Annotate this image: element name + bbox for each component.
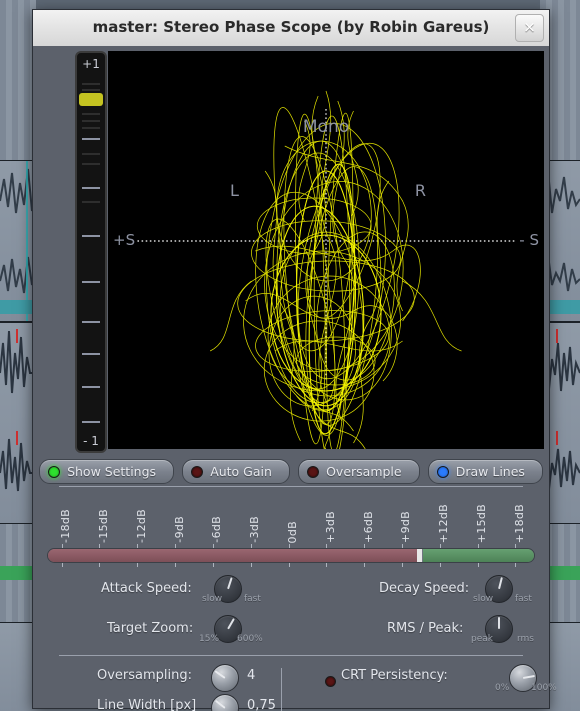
scope-left-label: L xyxy=(230,181,239,200)
scope-row: +1 - 1 Mono L R +S - S xyxy=(38,51,544,453)
screen: master: Stereo Phase Scope (by Robin Gar… xyxy=(0,0,580,711)
db-tick-label: +15dB xyxy=(474,503,488,543)
auto-gain-label: Auto Gain xyxy=(210,464,272,479)
gain-slider[interactable] xyxy=(47,544,535,567)
correlation-max-label: +1 xyxy=(82,57,100,71)
rms-peak-max-label: rms xyxy=(517,634,534,644)
rms-peak-min-label: peak xyxy=(471,634,493,644)
draw-lines-led-icon xyxy=(436,465,449,478)
db-tick-label: 0dB xyxy=(285,520,299,543)
line-width-value: 0,75 xyxy=(247,698,276,711)
crt-persistency-knob[interactable] xyxy=(509,664,537,692)
scope-mono-label: Mono xyxy=(302,117,350,137)
show-settings-label: Show Settings xyxy=(67,464,157,479)
target-zoom-min-label: 15% xyxy=(199,634,220,644)
rms-peak-label: RMS / Peak: xyxy=(387,621,464,636)
attack-speed-max-label: fast xyxy=(244,594,261,604)
db-tick-label: +6dB xyxy=(361,511,375,543)
show-settings-led-icon xyxy=(48,465,60,478)
auto-gain-led-icon xyxy=(191,465,204,478)
target-zoom-label: Target Zoom: xyxy=(107,621,194,636)
target-zoom-max-label: 600% xyxy=(237,634,263,644)
show-settings-button[interactable]: Show Settings xyxy=(39,459,175,484)
correlation-min-label: - 1 xyxy=(83,434,99,448)
line-width-label: Line Width [px] xyxy=(97,698,197,711)
draw-lines-button[interactable]: Draw Lines xyxy=(427,459,543,484)
attack-decay-row: Attack Speed: slow fast Decay Speed: slo… xyxy=(39,575,543,609)
oversampling-label: Oversampling: xyxy=(97,668,193,683)
toggle-row-divider xyxy=(59,486,523,487)
phase-scope-display[interactable]: Mono L R +S - S xyxy=(108,51,544,449)
correlation-meter[interactable]: +1 - 1 xyxy=(75,51,107,453)
oversampling-row: Oversampling: 4 xyxy=(39,662,543,692)
scope-right-label: R xyxy=(414,181,426,200)
line-width-knob[interactable] xyxy=(211,694,239,711)
auto-gain-button[interactable]: Auto Gain xyxy=(182,459,291,484)
oversample-button[interactable]: Oversample xyxy=(298,459,420,484)
close-icon: × xyxy=(523,18,536,36)
settings-divider xyxy=(59,655,523,656)
oversample-led-icon xyxy=(307,465,320,478)
plugin-window: master: Stereo Phase Scope (by Robin Gar… xyxy=(32,9,557,711)
db-tick-label: -3dB xyxy=(248,516,262,543)
oversampling-value: 4 xyxy=(247,668,256,683)
db-tick-label: +18dB xyxy=(512,503,526,543)
db-tick-label: +9dB xyxy=(399,511,413,543)
close-button[interactable]: × xyxy=(515,14,544,42)
settings-panel: Oversampling: 4 Line Width [px] 0,75 Lim… xyxy=(33,662,557,711)
db-tick-label: -18dB xyxy=(59,509,73,543)
db-tick-label: -9dB xyxy=(172,516,186,543)
decay-speed-max-label: fast xyxy=(515,594,532,604)
gain-scale-area: -18dB -15dB -12dB -9dB -6dB -3dB 0dB +3dB +6dB +9… xyxy=(39,491,543,567)
decay-speed-min-label: slow xyxy=(473,594,494,604)
window-title: master: Stereo Phase Scope (by Robin Gar… xyxy=(92,18,490,36)
decay-speed-label: Decay Speed: xyxy=(379,581,470,596)
crt-persistency-label: CRT Persistency: xyxy=(341,668,448,683)
db-tick-label: -12dB xyxy=(134,509,148,543)
line-width-row: Line Width [px] 0,75 xyxy=(39,692,543,711)
attack-speed-min-label: slow xyxy=(202,594,223,604)
attack-speed-label: Attack Speed: xyxy=(101,581,192,596)
db-tick-label: +12dB xyxy=(437,503,451,543)
db-tick-label: +3dB xyxy=(323,511,337,543)
draw-lines-label: Draw Lines xyxy=(455,464,525,479)
toggle-button-row: Show Settings Auto Gain Oversample Draw … xyxy=(39,459,543,484)
scope-plus-s-label: +S xyxy=(113,231,136,249)
crt-persistency-led-icon xyxy=(325,676,336,687)
db-tick-label: -15dB xyxy=(96,509,110,543)
db-tick-label: -6dB xyxy=(210,516,224,543)
oversample-label: Oversample xyxy=(326,464,402,479)
oversampling-knob[interactable] xyxy=(211,664,239,692)
zoom-rms-row: Target Zoom: 15% 600% RMS / Peak: peak r… xyxy=(39,615,543,649)
window-titlebar[interactable]: master: Stereo Phase Scope (by Robin Gar… xyxy=(33,10,549,47)
scope-trace xyxy=(137,90,515,449)
plugin-body: +1 - 1 Mono L R +S - S Show Settings Aut… xyxy=(33,46,557,711)
scope-minus-s-label: - S xyxy=(519,231,539,249)
correlation-value-bar xyxy=(79,93,103,106)
